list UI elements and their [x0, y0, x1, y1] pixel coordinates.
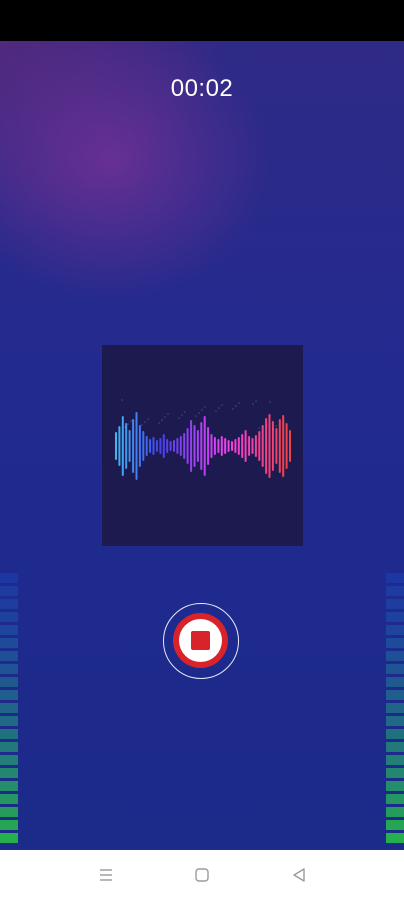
- stop-icon: [191, 631, 210, 650]
- waveform-dot: [130, 420, 132, 422]
- level-meter-segment: [0, 677, 18, 687]
- waveform-graphic: [115, 399, 291, 480]
- stop-button-red-ring: [173, 613, 228, 668]
- waveform-dot: [258, 427, 260, 429]
- waveform-dot: [164, 416, 166, 418]
- waveform-dot: [144, 421, 146, 423]
- waveform-dot: [221, 404, 223, 406]
- level-meter-segment: [0, 716, 18, 726]
- waveform-dot: [198, 412, 200, 414]
- level-meter-segment: [386, 664, 404, 674]
- level-meter-segment: [0, 625, 18, 635]
- level-meter-segment: [0, 807, 18, 817]
- waveform-dot: [272, 428, 274, 430]
- waveform-dot: [184, 411, 186, 413]
- waveform-dot: [147, 418, 149, 420]
- level-meter-segment: [0, 651, 18, 661]
- left-level-meter: [0, 573, 18, 850]
- level-meter-segment: [386, 768, 404, 778]
- level-meter-segment: [386, 716, 404, 726]
- level-meter-segment: [386, 586, 404, 596]
- level-meter-segment: [0, 768, 18, 778]
- level-meter-segment: [0, 742, 18, 752]
- level-meter-segment: [0, 599, 18, 609]
- level-meter-segment: [0, 612, 18, 622]
- waveform-dot: [124, 426, 126, 428]
- level-meter-segment: [386, 729, 404, 739]
- level-meter-segment: [386, 794, 404, 804]
- waveform-dot: [215, 410, 217, 412]
- level-meter-segment: [386, 651, 404, 661]
- level-meter-segment: [0, 755, 18, 765]
- waveform-dot: [238, 402, 240, 404]
- recorder-screen: 00:02: [0, 0, 404, 900]
- waveform-dot: [275, 425, 277, 427]
- level-meter-segment: [0, 690, 18, 700]
- waveform-dot: [269, 401, 271, 403]
- stop-button-white-ring: [179, 619, 222, 662]
- waveform-dot: [201, 409, 203, 411]
- level-meter-segment: [0, 638, 18, 648]
- stop-recording-button[interactable]: [163, 603, 239, 679]
- back-icon[interactable]: [289, 865, 309, 885]
- level-meter-segment: [0, 794, 18, 804]
- level-meter-segment: [0, 781, 18, 791]
- waveform-dot: [158, 422, 160, 424]
- level-meter-segment: [386, 690, 404, 700]
- status-bar: [0, 0, 404, 41]
- waveform-dot: [167, 413, 169, 415]
- right-level-meter: [386, 573, 404, 850]
- recording-panel: 00:02: [0, 41, 404, 850]
- level-meter-segment: [0, 729, 18, 739]
- level-meter-segment: [386, 638, 404, 648]
- level-meter-segment: [0, 833, 18, 843]
- level-meter-segment: [386, 820, 404, 830]
- menu-icon[interactable]: [96, 865, 116, 885]
- waveform-dot: [178, 417, 180, 419]
- level-meter-segment: [386, 573, 404, 583]
- waveform-dot: [235, 405, 237, 407]
- waveform-dot: [141, 424, 143, 426]
- level-meter-segment: [386, 599, 404, 609]
- level-meter-segment: [386, 612, 404, 622]
- waveform-dot: [255, 400, 257, 402]
- level-meter-segment: [0, 586, 18, 596]
- waveform-dot: [232, 408, 234, 410]
- level-meter-segment: [386, 625, 404, 635]
- waveform-dot: [195, 415, 197, 417]
- system-navigation-bar: [0, 850, 404, 900]
- waveform-dot: [204, 406, 206, 408]
- level-meter-segment: [0, 703, 18, 713]
- level-meter-segment: [386, 703, 404, 713]
- waveform-dot: [127, 423, 129, 425]
- level-meter-segment: [386, 742, 404, 752]
- level-meter-segment: [386, 807, 404, 817]
- level-meter-segment: [386, 677, 404, 687]
- waveform-dot: [218, 407, 220, 409]
- level-meter-segment: [386, 781, 404, 791]
- level-meter-segment: [0, 820, 18, 830]
- waveform-dot: [181, 414, 183, 416]
- waveform-dot: [121, 399, 123, 401]
- waveform-visualizer: [102, 345, 303, 546]
- waveform-dot: [161, 419, 163, 421]
- level-meter-segment: [386, 755, 404, 765]
- level-meter-segment: [0, 664, 18, 674]
- home-icon[interactable]: [192, 865, 212, 885]
- level-meter-segment: [0, 573, 18, 583]
- elapsed-timer: 00:02: [170, 75, 234, 102]
- waveform-dot: [252, 403, 254, 405]
- level-meter-segment: [386, 833, 404, 843]
